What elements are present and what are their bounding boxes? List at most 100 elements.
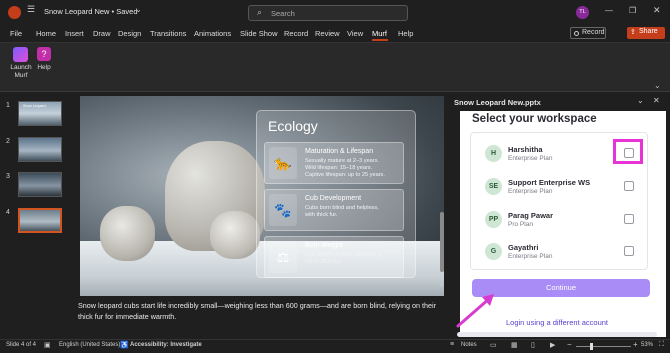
tab-file[interactable]: File bbox=[10, 29, 22, 38]
launch-murf-label: Launch Murf bbox=[10, 64, 32, 79]
slide-thumbnail-title: Snow Leopard bbox=[23, 104, 46, 108]
tab-view[interactable]: View bbox=[347, 29, 363, 38]
record-button[interactable]: Record bbox=[570, 27, 606, 39]
continue-label: Continue bbox=[545, 283, 577, 292]
active-tab-underline bbox=[372, 39, 388, 41]
workspace-checkbox[interactable] bbox=[624, 214, 634, 224]
accessibility-status[interactable]: Accessibility: Investigate bbox=[130, 342, 202, 348]
annotation-arrow bbox=[456, 294, 494, 328]
pane-scrollbar[interactable] bbox=[457, 332, 657, 337]
slide-thumbnail-selected[interactable] bbox=[18, 208, 62, 233]
status-bar: Slide 4 of 4 ▣ English (United States) ♿… bbox=[0, 339, 670, 353]
card-body: Cubs born blind and helpless, with thick… bbox=[305, 205, 379, 219]
speaker-notes[interactable]: Snow leopard cubs start life incredibly … bbox=[78, 300, 442, 322]
tab-murf[interactable]: Murf bbox=[372, 29, 387, 38]
accessibility-icon[interactable]: ♿ bbox=[120, 341, 129, 349]
leopard-cub bbox=[100, 206, 155, 261]
card-title: Cub Development bbox=[305, 195, 362, 202]
tab-review[interactable]: Review bbox=[315, 29, 340, 38]
search-box[interactable]: ⌕ Search bbox=[248, 5, 408, 21]
share-icon: ⇪ bbox=[630, 29, 636, 36]
zoom-level[interactable]: 53% bbox=[641, 342, 653, 348]
workspace-plan: Pro Plan bbox=[508, 221, 533, 228]
help-label: Help bbox=[37, 64, 51, 71]
zoom-in-icon[interactable]: + bbox=[633, 340, 638, 349]
tab-insert[interactable]: Insert bbox=[65, 29, 84, 38]
slideshow-view-icon[interactable]: ▶ bbox=[550, 341, 555, 349]
zoom-out-icon[interactable]: − bbox=[567, 340, 572, 349]
vertical-scrollbar[interactable] bbox=[440, 212, 444, 272]
share-button[interactable]: ⇪ Share bbox=[627, 27, 665, 39]
workspace-item-support-enterprise[interactable]: SE Support Enterprise WS Enterprise Plan bbox=[473, 173, 643, 203]
slide-image[interactable]: Ecology 🐆 Maturation & Lifespan Sexually… bbox=[80, 96, 444, 296]
record-label: Record bbox=[582, 29, 605, 36]
tab-slide-show[interactable]: Slide Show bbox=[240, 29, 278, 38]
leopard-icon: 🐆 bbox=[269, 147, 297, 179]
fit-slide-icon[interactable]: ⛶ bbox=[659, 341, 664, 349]
search-icon: ⌕ bbox=[257, 7, 263, 17]
minimize-icon[interactable]: — bbox=[605, 6, 613, 15]
select-workspace-heading: Select your workspace bbox=[472, 113, 597, 125]
card-line: Sexually mature at 2–3 years. bbox=[305, 158, 379, 164]
reading-view-icon[interactable]: ▯ bbox=[531, 341, 535, 349]
chevron-down-icon[interactable]: ⌄ bbox=[135, 5, 142, 14]
search-input[interactable]: Search bbox=[271, 9, 295, 18]
slide-thumbnail[interactable]: Snow Leopard bbox=[18, 101, 62, 126]
workspace-item-gayathri[interactable]: G Gayathri Enterprise Plan bbox=[473, 238, 643, 268]
continue-button[interactable]: Continue bbox=[472, 279, 650, 297]
spellcheck-icon[interactable]: ▣ bbox=[44, 341, 51, 349]
close-icon[interactable]: ✕ bbox=[653, 5, 661, 16]
tab-draw[interactable]: Draw bbox=[93, 29, 111, 38]
pane-collapse-icon[interactable]: ⌄ bbox=[637, 96, 644, 105]
tab-design[interactable]: Design bbox=[118, 29, 141, 38]
slide-thumbnail[interactable] bbox=[18, 137, 62, 162]
avatar: PP bbox=[485, 211, 502, 228]
ribbon-expand-icon[interactable]: ⌄ bbox=[654, 81, 661, 90]
login-different-account-link[interactable]: Login using a different account bbox=[506, 318, 608, 327]
tab-help[interactable]: Help bbox=[398, 29, 413, 38]
workspace-name: Parag Pawar bbox=[508, 211, 554, 220]
language-indicator[interactable]: English (United States) bbox=[59, 342, 120, 348]
pane-close-icon[interactable]: ✕ bbox=[653, 96, 660, 105]
card-title: Birth Weight bbox=[305, 242, 343, 249]
pane-title: Snow Leopard New.pptx bbox=[454, 98, 541, 107]
slide-thumbnails: 1 Snow Leopard 2 3 4 bbox=[0, 92, 68, 339]
workspace-item-parag-pawar[interactable]: PP Parag Pawar Pro Plan bbox=[473, 206, 643, 236]
help-button[interactable]: ? Help bbox=[35, 45, 53, 75]
ribbon-tabs: File Home Insert Draw Design Transitions… bbox=[0, 26, 670, 42]
prev-slide-icon[interactable]: ⇞ bbox=[439, 272, 444, 279]
card-body: Sexually mature at 2–3 years. Wild lifes… bbox=[305, 158, 385, 180]
card-line: Cubs born blind and helpless, bbox=[305, 205, 379, 211]
notes-button[interactable]: Notes bbox=[461, 342, 477, 348]
restore-icon[interactable]: ❐ bbox=[629, 6, 636, 15]
notes-icon[interactable]: ≡ bbox=[450, 341, 454, 348]
powerpoint-logo-icon bbox=[8, 6, 21, 19]
card-body: Cub weight at birth: 320–567 g (11.3–20.… bbox=[305, 252, 381, 266]
card-line: Captive lifespan: up to 25 years. bbox=[305, 172, 385, 179]
workspace-plan: Enterprise Plan bbox=[508, 155, 553, 162]
zoom-slider[interactable] bbox=[576, 343, 631, 350]
next-slide-icon[interactable]: ⇟ bbox=[439, 282, 444, 289]
card-line: Cub weight at birth: 320–567 g bbox=[305, 252, 382, 258]
slide-number: 2 bbox=[6, 138, 10, 145]
slide-indicator: Slide 4 of 4 bbox=[6, 342, 37, 348]
slide-thumbnail[interactable] bbox=[18, 172, 62, 197]
menu-icon[interactable]: ☰ bbox=[27, 4, 41, 18]
doc-title[interactable]: Snow Leopard New • Saved bbox=[44, 7, 138, 16]
normal-view-icon[interactable]: ▭ bbox=[490, 341, 497, 349]
birth-weight-card: ⚖ Birth Weight Cub weight at birth: 320–… bbox=[264, 236, 404, 278]
avatar[interactable]: TL bbox=[576, 6, 589, 19]
leopard-cub bbox=[210, 211, 260, 259]
workspace-checkbox[interactable] bbox=[624, 246, 634, 256]
workspace-checkbox[interactable] bbox=[624, 181, 634, 191]
tab-animations[interactable]: Animations bbox=[194, 29, 231, 38]
tab-home[interactable]: Home bbox=[36, 29, 56, 38]
slide-sorter-icon[interactable]: ▦ bbox=[511, 341, 518, 349]
tab-record[interactable]: Record bbox=[284, 29, 308, 38]
avatar: G bbox=[485, 243, 502, 260]
launch-murf-button[interactable]: Launch Murf bbox=[8, 45, 34, 85]
tab-transitions[interactable]: Transitions bbox=[150, 29, 186, 38]
zoom-slider-thumb[interactable] bbox=[590, 343, 593, 350]
avatar: SE bbox=[485, 178, 502, 195]
card-title: Maturation & Lifespan bbox=[305, 148, 374, 155]
